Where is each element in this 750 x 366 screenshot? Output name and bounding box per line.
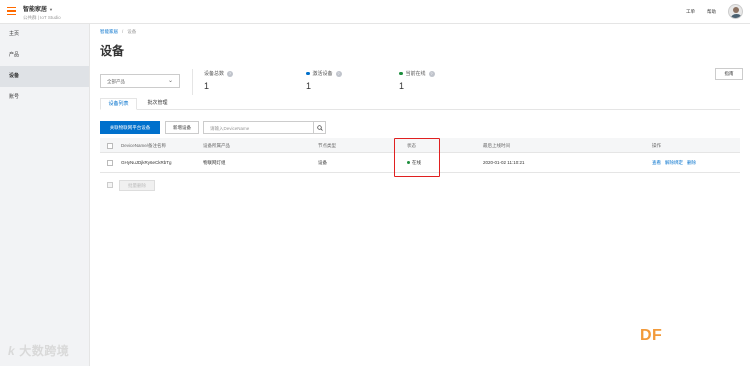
main-content: 智能家居 / 设备 设备 指南 全部产品 ⌄ 设备总数? 1 激活设备? 1 当前在… <box>90 24 750 366</box>
top-bar: 智能家居 ▼ 公共群 | IoT Studio 工单 帮助 <box>0 0 750 24</box>
tab-bar: 设备列表 批次管理 <box>100 98 740 110</box>
status-dot-icon <box>306 71 310 76</box>
delete-link[interactable]: 删除 <box>687 160 696 165</box>
help-icon[interactable]: ? <box>428 70 435 77</box>
breadcrumb: 智能家居 / 设备 <box>100 29 136 35</box>
batch-delete-button[interactable]: 批量删除 <box>119 180 155 191</box>
search-icon <box>317 124 323 131</box>
stat-total-devices: 设备总数? 1 <box>204 70 234 91</box>
device-node-type: 设备 <box>318 160 327 165</box>
tab-batch-management[interactable]: 批次管理 <box>139 98 176 110</box>
search-input[interactable]: 请输入DeviceName <box>210 126 249 132</box>
user-avatar[interactable] <box>728 4 743 19</box>
sidebar-item-accounts[interactable]: 账号 <box>0 87 89 108</box>
link-iot-device-button[interactable]: 关联物联网平台设备 <box>100 121 160 134</box>
product-filter-select[interactable]: 全部产品 ⌄ <box>100 74 180 88</box>
stat-value: 1 <box>399 81 405 91</box>
stat-online-devices: 当前在线? 1 <box>399 70 435 91</box>
breadcrumb-current: 设备 <box>127 29 137 34</box>
device-name[interactable]: GHyNuJDjkRy6eCkRbTg <box>121 153 172 173</box>
stat-activated-devices: 激活设备? 1 <box>306 70 342 91</box>
column-header-device-name: DeviceName/备注名称 <box>121 143 167 148</box>
app-name: 智能家居 <box>23 7 48 13</box>
chevron-down-icon: ⌄ <box>167 78 173 84</box>
breadcrumb-separator: / <box>122 29 124 34</box>
column-header-node-type: 节点类型 <box>318 143 336 148</box>
device-product: 物联网灯组 <box>203 160 226 165</box>
stat-value: 1 <box>204 81 210 91</box>
page-title: 设备 <box>100 44 125 58</box>
footer-select-checkbox[interactable] <box>107 182 113 188</box>
search-button[interactable] <box>313 122 325 133</box>
column-header-product: 设备所属产品 <box>203 143 230 148</box>
help-link[interactable]: 帮助 <box>707 9 716 15</box>
ticket-link[interactable]: 工单 <box>686 9 695 15</box>
hamburger-menu-icon[interactable] <box>7 7 16 16</box>
watermark-logo: k 大数跨境 <box>8 344 70 358</box>
tab-device-list[interactable]: 设备列表 <box>100 98 137 110</box>
app-subtitle: 公共群 | IoT Studio <box>23 15 61 20</box>
sidebar-item-products[interactable]: 产品 <box>0 45 89 66</box>
stat-label: 当前在线 <box>405 71 426 77</box>
product-filter-value: 全部产品 <box>107 79 125 84</box>
column-header-last-online: 最后上线时间 <box>483 143 510 148</box>
sidebar-item-devices[interactable]: 设备 <box>0 66 89 87</box>
unbind-link[interactable]: 解除绑定 <box>665 160 683 165</box>
guide-button[interactable]: 指南 <box>715 68 743 80</box>
sidebar-item-home[interactable]: 主页 <box>0 24 89 45</box>
select-all-checkbox[interactable] <box>107 143 113 149</box>
app-switcher[interactable]: 智能家居 ▼ 公共群 | IoT Studio <box>23 4 61 21</box>
caret-down-icon: ▼ <box>49 7 53 12</box>
status-highlight-box <box>394 138 440 177</box>
device-last-online: 2020-01-02 11:10:21 <box>483 160 525 165</box>
add-device-button[interactable]: 新增设备 <box>165 121 199 134</box>
breadcrumb-root[interactable]: 智能家居 <box>100 29 118 34</box>
watermark-df: DF <box>640 327 663 344</box>
stat-label: 设备总数 <box>204 71 225 77</box>
help-icon[interactable]: ? <box>335 70 342 77</box>
help-icon[interactable]: ? <box>227 70 234 77</box>
row-checkbox[interactable] <box>107 160 113 166</box>
stat-label: 激活设备 <box>312 71 333 77</box>
sidebar: 主页 产品 设备 账号 <box>0 24 90 366</box>
device-search[interactable]: 请输入DeviceName <box>203 121 326 134</box>
column-header-actions: 操作 <box>652 143 661 148</box>
status-dot-icon <box>399 71 403 76</box>
stat-value: 1 <box>306 81 312 91</box>
stat-divider <box>192 69 193 95</box>
view-link[interactable]: 查看 <box>652 160 661 165</box>
row-actions: 查看 解除绑定 删除 <box>652 153 700 173</box>
